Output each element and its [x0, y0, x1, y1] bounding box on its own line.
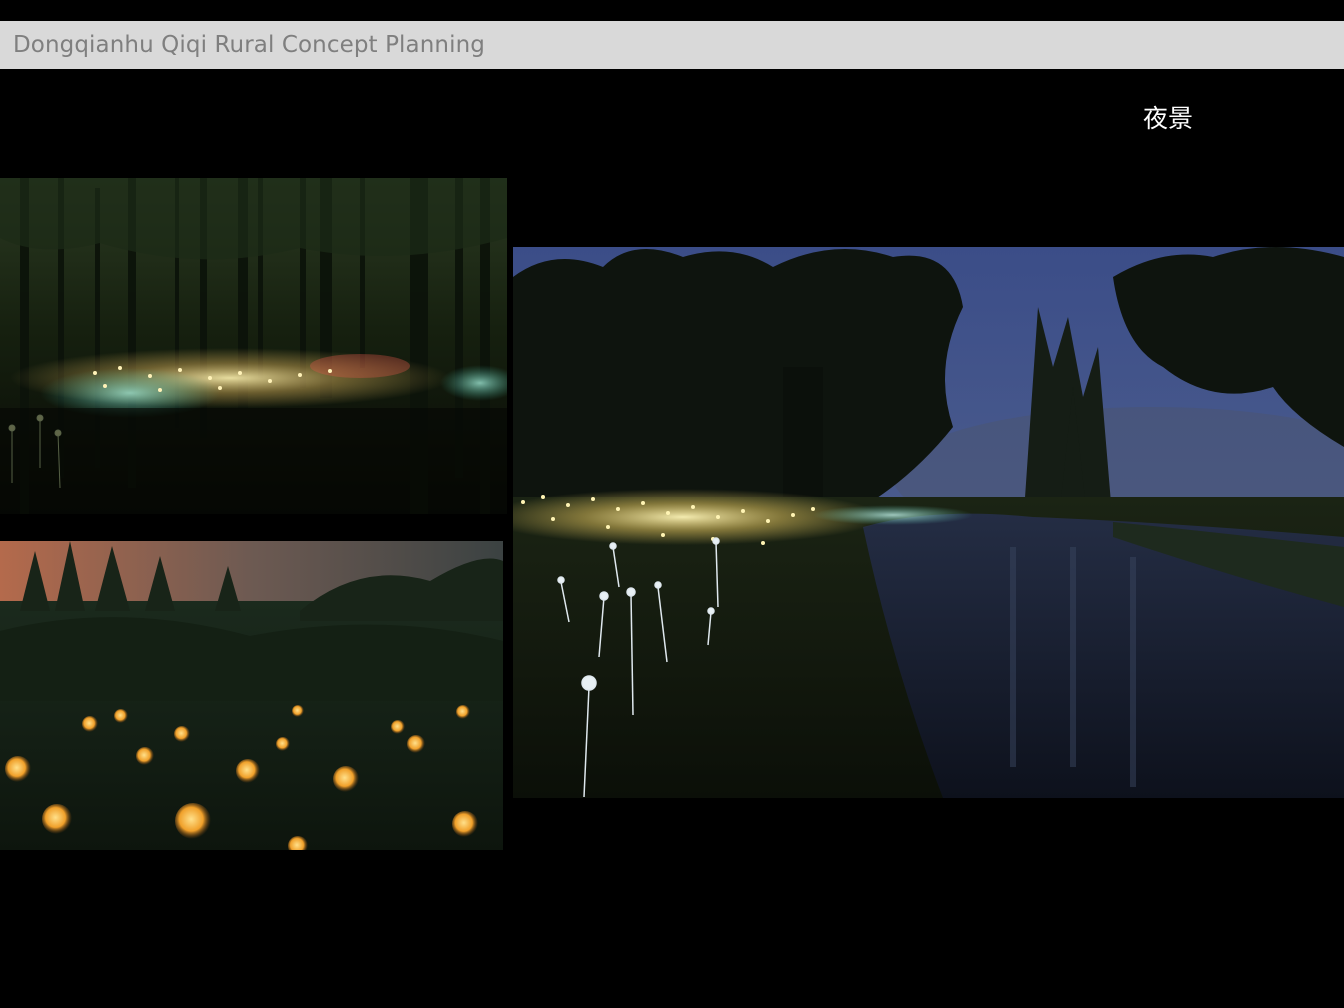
section-label: 夜景 [1143, 104, 1194, 133]
riverside-light-field-photo [513, 247, 1344, 798]
forest-light-field-photo [0, 178, 507, 514]
page-title: Dongqianhu Qiqi Rural Concept Planning [13, 32, 485, 58]
header-bar: Dongqianhu Qiqi Rural Concept Planning [0, 21, 1344, 69]
meadow-glowing-orbs-photo [0, 541, 503, 850]
